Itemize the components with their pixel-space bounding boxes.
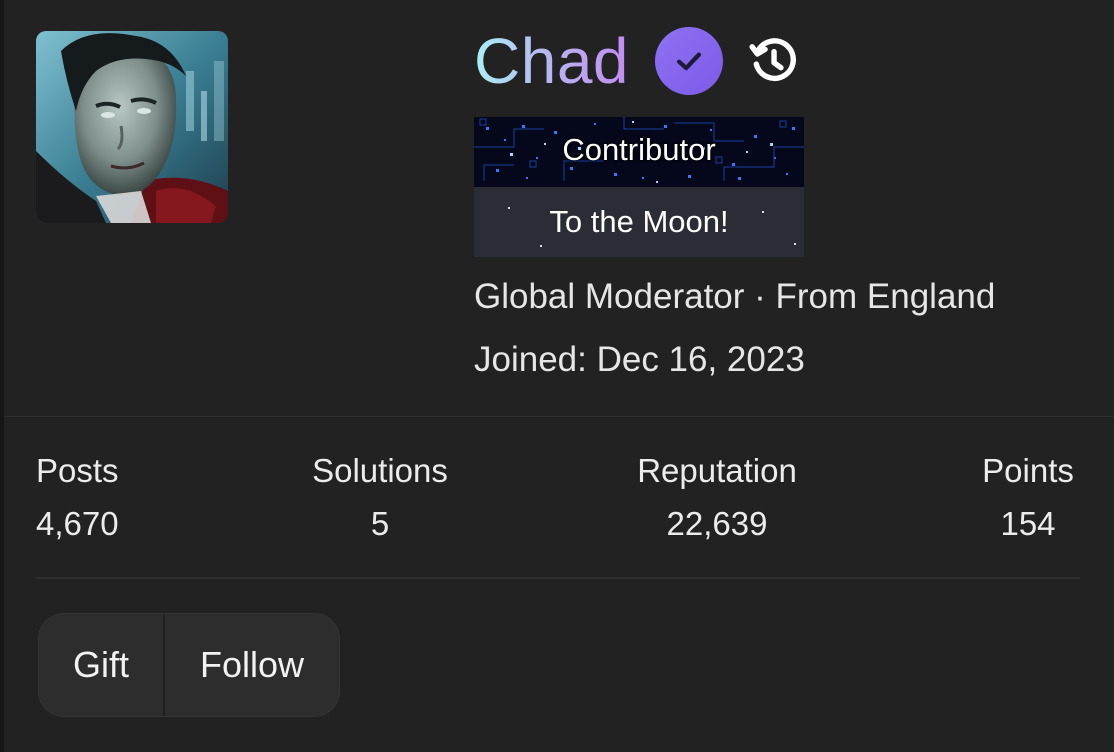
username[interactable]: Chad [474,29,629,93]
verified-check-icon [655,27,723,95]
divider [36,577,1080,579]
avatar[interactable] [36,31,228,223]
follow-button[interactable]: Follow [165,614,339,716]
stat-label: Posts [36,452,119,489]
stat-value: 4,670 [36,505,119,542]
history-icon[interactable] [747,35,799,87]
stat-points[interactable]: Points 154 [976,450,1080,545]
joined-date: Joined: Dec 16, 2023 [474,340,805,379]
contributor-badge: Contributor [474,117,804,187]
stat-value: 5 [370,505,390,542]
stat-label: Reputation [637,452,797,489]
avatar-image [36,31,228,223]
stat-label: Solutions [312,452,448,489]
contributor-badge-label: Contributor [562,132,716,167]
stat-reputation[interactable]: Reputation 22,639 [624,450,810,545]
action-button-group: Gift Follow [38,613,340,717]
to-the-moon-badge: To the Moon! [474,187,804,257]
stat-solutions[interactable]: Solutions 5 [304,450,456,545]
name-row: Chad [474,26,799,96]
stat-label: Points [982,452,1074,489]
to-the-moon-badge-label: To the Moon! [549,204,729,239]
gift-button[interactable]: Gift [39,614,163,716]
role-location: Global Moderator · From England [474,277,996,316]
stat-value: 154 [1000,505,1056,542]
stats-row: Posts 4,670 Solutions 5 Reputation 22,63… [4,450,1114,560]
stat-posts[interactable]: Posts 4,670 [36,450,119,545]
profile-card: Chad Contributor To the Moon! Global Mod… [4,0,1114,752]
stat-value: 22,639 [666,505,768,542]
profile-header: Chad Contributor To the Moon! Global Mod… [4,0,1114,417]
